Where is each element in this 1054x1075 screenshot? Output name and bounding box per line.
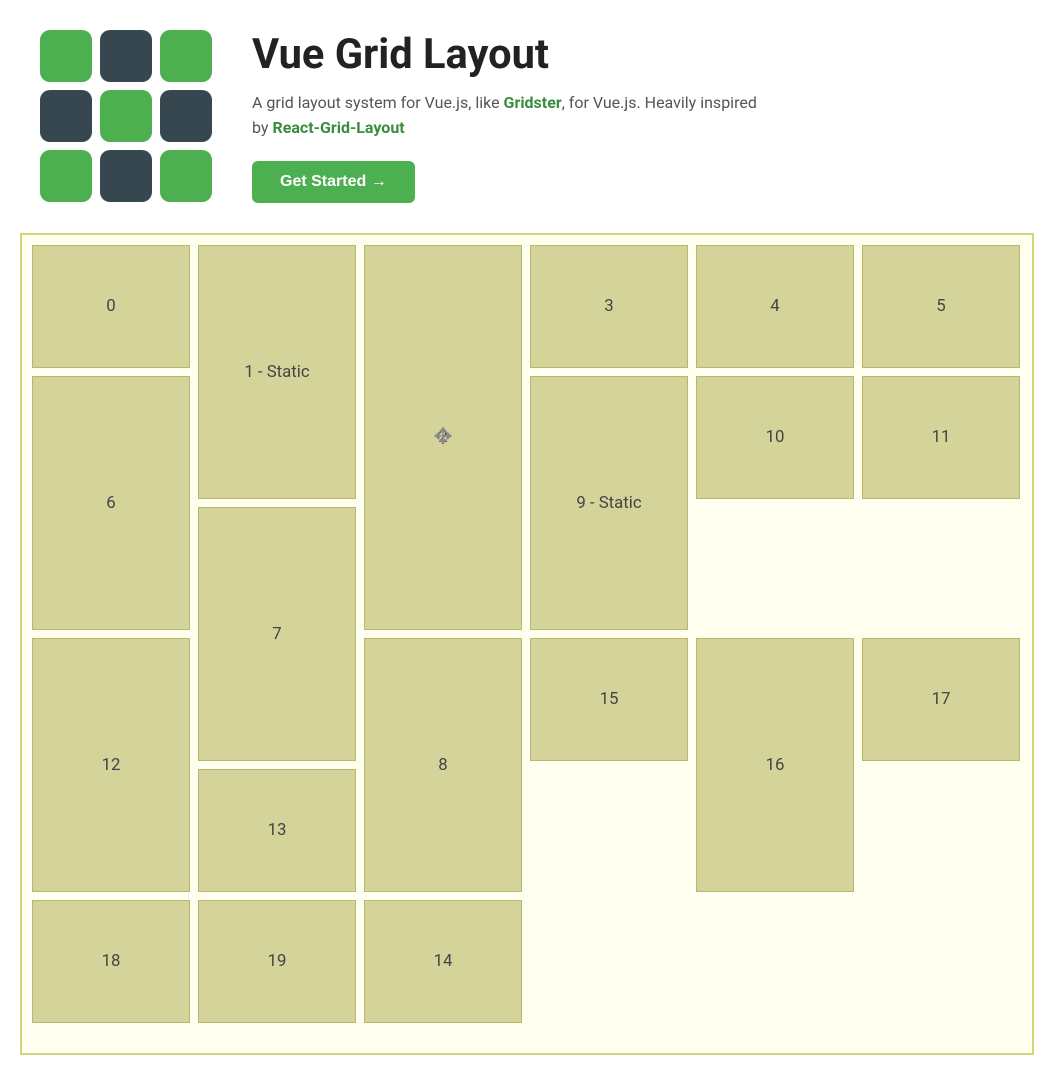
grid-item-label-16: 16 — [766, 755, 785, 775]
header: Vue Grid Layout A grid layout system for… — [0, 0, 1054, 223]
grid-item-0[interactable]: 0 — [32, 245, 190, 368]
grid-item-label-5: 5 — [936, 296, 945, 316]
grid-item-label-1: 1 - Static — [244, 362, 309, 382]
logo-cell-7 — [100, 150, 152, 202]
logo-cell-1 — [100, 30, 152, 82]
grid-item-label-11: 11 — [932, 427, 951, 447]
subtitle-part1: A grid layout system for Vue.js, like — [252, 93, 504, 112]
grid-item-label-7: 7 — [272, 624, 281, 644]
grid-item-label-12: 12 — [102, 755, 121, 775]
grid-item-label-10: 10 — [766, 427, 785, 447]
grid-item-3[interactable]: 3 — [530, 245, 688, 368]
grid-item-1: 1 - Static — [198, 245, 356, 499]
logo-cell-6 — [40, 150, 92, 202]
grid-item-label-0: 0 — [106, 296, 115, 316]
grid-item-15[interactable]: 15 — [530, 638, 688, 761]
grid-demo: 0 1 - Static 2✥ 3 4 5 6 7 8 9 - Static 10 11 12 13 14 1… — [32, 245, 1022, 1043]
hero-text: Vue Grid Layout A grid layout system for… — [252, 30, 772, 203]
grid-item-label-19: 19 — [268, 951, 287, 971]
grid-demo-wrapper: 0 1 - Static 2✥ 3 4 5 6 7 8 9 - Static 10 11 12 13 14 1… — [20, 233, 1034, 1055]
grid-item-6[interactable]: 6 — [32, 376, 190, 630]
grid-item-11[interactable]: 11 — [862, 376, 1020, 499]
subtitle: A grid layout system for Vue.js, like Gr… — [252, 91, 772, 141]
logo-cell-3 — [40, 90, 92, 142]
logo-cell-5 — [160, 90, 212, 142]
grid-item-13[interactable]: 13 — [198, 769, 356, 892]
grid-item-19[interactable]: 19 — [198, 900, 356, 1023]
grid-item-label-4: 4 — [770, 296, 779, 316]
grid-item-label-9: 9 - Static — [576, 493, 641, 513]
grid-item-8[interactable]: 8 — [364, 638, 522, 892]
logo — [40, 30, 212, 202]
grid-item-label-13: 13 — [268, 820, 287, 840]
logo-cell-2 — [160, 30, 212, 82]
grid-item-label-17: 17 — [932, 689, 951, 709]
grid-item-label-6: 6 — [106, 493, 115, 513]
grid-item-16[interactable]: 16 — [696, 638, 854, 892]
grid-item-5[interactable]: 5 — [862, 245, 1020, 368]
grid-item-9: 9 - Static — [530, 376, 688, 630]
page-title: Vue Grid Layout — [252, 30, 772, 79]
grid-item-10[interactable]: 10 — [696, 376, 854, 499]
logo-cell-4 — [100, 90, 152, 142]
grid-item-18[interactable]: 18 — [32, 900, 190, 1023]
grid-item-4[interactable]: 4 — [696, 245, 854, 368]
logo-cell-8 — [160, 150, 212, 202]
react-grid-link: React-Grid-Layout — [272, 118, 404, 137]
grid-item-7[interactable]: 7 — [198, 507, 356, 761]
get-started-button[interactable]: Get Started → — [252, 161, 415, 203]
grid-item-2[interactable]: 2✥ — [364, 245, 522, 630]
grid-item-12[interactable]: 12 — [32, 638, 190, 892]
grid-item-14[interactable]: 14 — [364, 900, 522, 1023]
grid-item-label-15: 15 — [600, 689, 619, 709]
grid-item-label-3: 3 — [604, 296, 613, 316]
grid-item-17[interactable]: 17 — [862, 638, 1020, 761]
gridster-link: Gridster — [504, 93, 562, 112]
logo-cell-0 — [40, 30, 92, 82]
move-icon: ✥ — [434, 424, 453, 450]
grid-item-label-14: 14 — [434, 951, 453, 971]
grid-item-label-18: 18 — [102, 951, 121, 971]
grid-item-label-8: 8 — [438, 755, 447, 775]
